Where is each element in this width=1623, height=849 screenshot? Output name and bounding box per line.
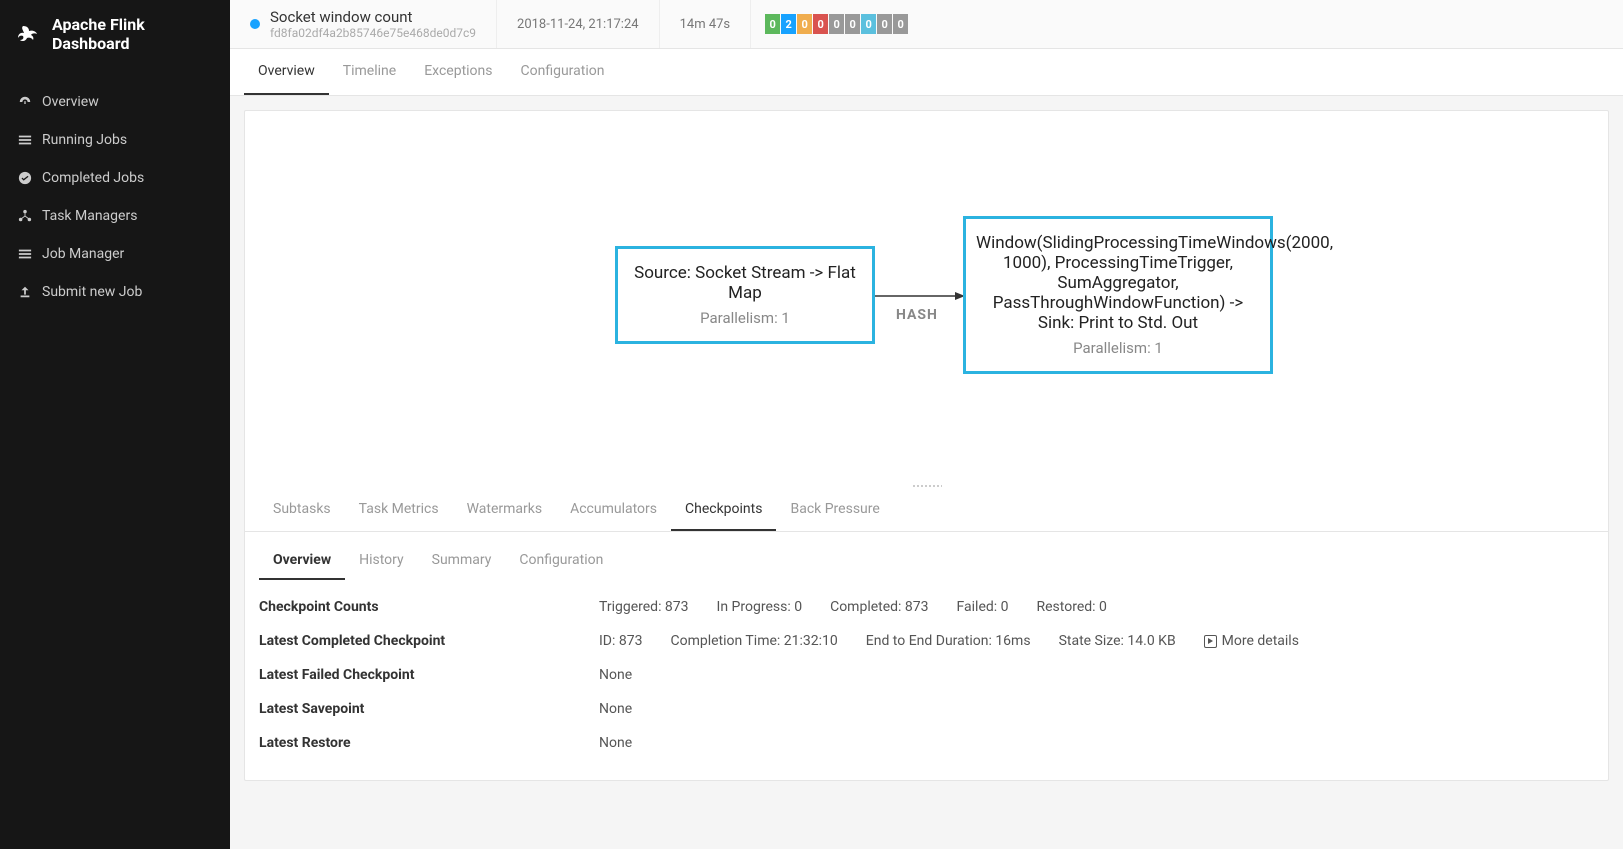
cp-latest-savepoint-row: Latest Savepoint None xyxy=(259,692,1594,726)
detail-tab-checkpoints[interactable]: Checkpoints xyxy=(671,489,776,531)
sidebar-nav: Overview Running Jobs Completed Jobs Tas… xyxy=(0,68,230,326)
edge-label: HASH xyxy=(896,307,938,323)
sidebar-item-running-jobs[interactable]: Running Jobs xyxy=(0,121,230,159)
detail-tab-back-pressure[interactable]: Back Pressure xyxy=(776,489,893,531)
status-counter: 2 xyxy=(781,14,796,34)
sidebar-item-overview[interactable]: Overview xyxy=(0,83,230,121)
cp-id: ID: 873 xyxy=(599,633,642,649)
detail-tab-accumulators[interactable]: Accumulators xyxy=(556,489,671,531)
status-counter: 0 xyxy=(877,14,892,34)
tab-timeline[interactable]: Timeline xyxy=(329,49,410,95)
edge-arrow xyxy=(875,289,965,303)
operator-node-source[interactable]: Source: Socket Stream -> Flat Map Parall… xyxy=(615,246,875,344)
check-circle-icon xyxy=(18,171,32,185)
detail-tabs: SubtasksTask MetricsWatermarksAccumulato… xyxy=(245,489,1608,532)
node-parallelism: Parallelism: 1 xyxy=(976,339,1260,357)
detail-tab-watermarks[interactable]: Watermarks xyxy=(453,489,557,531)
dashboard-icon xyxy=(18,95,32,109)
cp-state-size: State Size: 14.0 KB xyxy=(1059,633,1176,649)
detail-tab-task-metrics[interactable]: Task Metrics xyxy=(345,489,453,531)
cp-label: Latest Restore xyxy=(259,735,599,751)
status-counter: 0 xyxy=(813,14,828,34)
job-status-counters: 020000000 xyxy=(751,0,923,48)
sidebar-item-label: Task Managers xyxy=(42,208,137,224)
job-timestamp: 2018-11-24, 21:17:24 xyxy=(497,0,660,48)
sidebar-item-submit-job[interactable]: Submit new Job xyxy=(0,273,230,311)
status-counter: 0 xyxy=(893,14,908,34)
cp-failed: Failed: 0 xyxy=(957,599,1009,615)
tab-exceptions[interactable]: Exceptions xyxy=(410,49,506,95)
cp-tab-overview[interactable]: Overview xyxy=(259,542,345,580)
operator-node-window[interactable]: Window(SlidingProcessingTimeWindows(2000… xyxy=(963,216,1273,374)
tab-overview[interactable]: Overview xyxy=(244,49,329,95)
cp-label: Checkpoint Counts xyxy=(259,599,599,615)
app-header: Apache Flink Dashboard xyxy=(0,0,230,68)
sidebar-item-label: Submit new Job xyxy=(42,284,142,300)
sidebar-item-label: Running Jobs xyxy=(42,132,127,148)
status-counter: 0 xyxy=(829,14,844,34)
more-details-button[interactable]: More details xyxy=(1204,633,1299,649)
checkpoint-table: Checkpoint Counts Triggered: 873 In Prog… xyxy=(245,580,1608,780)
status-counter: 0 xyxy=(845,14,860,34)
cp-triggered: Triggered: 873 xyxy=(599,599,689,615)
sidebar-item-label: Completed Jobs xyxy=(42,170,144,186)
cp-value: None xyxy=(599,667,632,683)
status-counter: 0 xyxy=(797,14,812,34)
app-title: Apache Flink Dashboard xyxy=(52,15,212,53)
job-status-dot xyxy=(250,19,260,29)
cp-label: Latest Savepoint xyxy=(259,701,599,717)
cp-in-progress: In Progress: 0 xyxy=(717,599,803,615)
node-parallelism: Parallelism: 1 xyxy=(628,309,862,327)
cp-duration: End to End Duration: 16ms xyxy=(866,633,1031,649)
cp-value: None xyxy=(599,735,632,751)
node-title: Source: Socket Stream -> Flat Map xyxy=(628,263,862,303)
job-graph[interactable]: Source: Socket Stream -> Flat Map Parall… xyxy=(245,111,1608,481)
cp-completed: Completed: 873 xyxy=(830,599,928,615)
cp-restored: Restored: 0 xyxy=(1037,599,1107,615)
status-counter: 0 xyxy=(765,14,780,34)
sidebar-item-label: Job Manager xyxy=(42,246,124,262)
more-details-label: More details xyxy=(1222,633,1299,649)
flink-logo-icon xyxy=(18,22,42,46)
cp-value: None xyxy=(599,701,632,717)
job-panel: Source: Socket Stream -> Flat Map Parall… xyxy=(244,110,1609,781)
cp-counts-row: Checkpoint Counts Triggered: 873 In Prog… xyxy=(259,590,1594,624)
expand-icon xyxy=(1204,635,1217,648)
status-counter: 0 xyxy=(861,14,876,34)
node-title: Window(SlidingProcessingTimeWindows(2000… xyxy=(976,233,1260,333)
cp-tab-summary[interactable]: Summary xyxy=(418,542,506,580)
upload-icon xyxy=(18,285,32,299)
job-id: fd8fa02df4a2b85746e75e468de0d7c9 xyxy=(270,26,476,40)
nodes-icon xyxy=(18,209,32,223)
main-tabs: OverviewTimelineExceptionsConfiguration xyxy=(230,49,1623,96)
sidebar-item-label: Overview xyxy=(42,94,99,110)
list-icon xyxy=(18,247,32,261)
job-duration: 14m 47s xyxy=(660,0,752,48)
cp-label: Latest Completed Checkpoint xyxy=(259,633,599,649)
cp-latest-restore-row: Latest Restore None xyxy=(259,726,1594,760)
cp-label: Latest Failed Checkpoint xyxy=(259,667,599,683)
job-title-cell: Socket window count fd8fa02df4a2b85746e7… xyxy=(230,0,497,48)
resize-handle[interactable] xyxy=(245,481,1608,489)
sidebar-item-completed-jobs[interactable]: Completed Jobs xyxy=(0,159,230,197)
detail-tab-subtasks[interactable]: Subtasks xyxy=(259,489,345,531)
cp-tab-history[interactable]: History xyxy=(345,542,418,580)
job-name: Socket window count xyxy=(270,8,476,26)
tab-configuration[interactable]: Configuration xyxy=(507,49,619,95)
cp-latest-completed-row: Latest Completed Checkpoint ID: 873 Comp… xyxy=(259,624,1594,658)
cp-tab-configuration[interactable]: Configuration xyxy=(505,542,617,580)
sidebar: Apache Flink Dashboard Overview Running … xyxy=(0,0,230,849)
cp-completion-time: Completion Time: 21:32:10 xyxy=(670,633,837,649)
sidebar-item-task-managers[interactable]: Task Managers xyxy=(0,197,230,235)
main-content: Socket window count fd8fa02df4a2b85746e7… xyxy=(230,0,1623,849)
cp-latest-failed-row: Latest Failed Checkpoint None xyxy=(259,658,1594,692)
sidebar-item-job-manager[interactable]: Job Manager xyxy=(0,235,230,273)
job-header: Socket window count fd8fa02df4a2b85746e7… xyxy=(230,0,1623,49)
checkpoint-tabs: OverviewHistorySummaryConfiguration xyxy=(245,532,1608,580)
list-icon xyxy=(18,133,32,147)
